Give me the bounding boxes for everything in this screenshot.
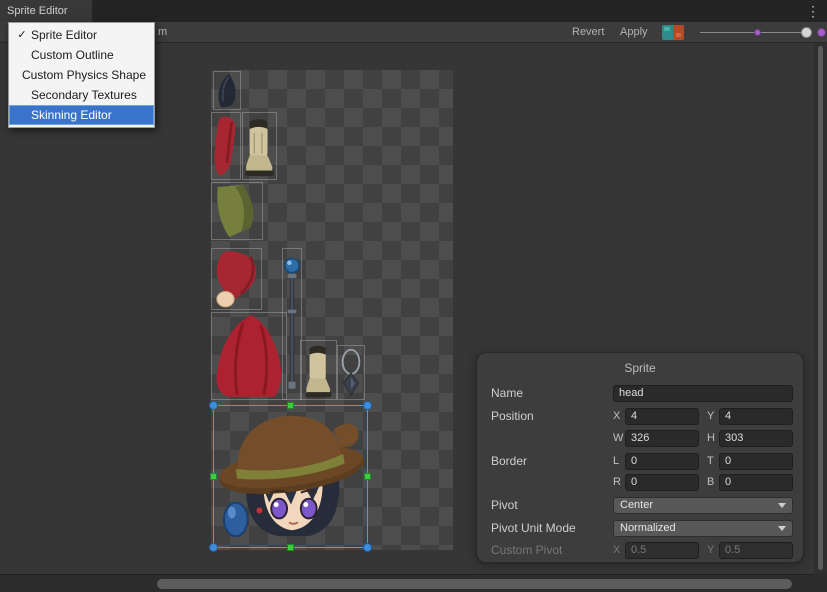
zoom-slider-knob[interactable] [801,27,812,38]
border-l-input[interactable] [625,453,699,470]
position-label: Position [491,409,613,423]
position-h-input[interactable] [719,430,793,447]
sprite-rect-hat-tip[interactable] [213,71,241,110]
pivot-unit-mode-dropdown[interactable]: Normalized [613,520,793,537]
custom-pivot-x-input [625,542,699,559]
h-field-label: H [707,432,719,444]
sprite-rect-robe[interactable] [211,312,287,400]
selection-handle-bottom-center[interactable] [287,544,294,551]
sprite-rect-sleeve[interactable] [211,248,262,310]
sprite-inspector-panel: Sprite Name Position X Y W H Border L T [476,352,804,563]
selection-handle-top-center[interactable] [287,402,294,409]
window-title: Sprite Editor [7,5,68,17]
sprite-editor-window: Sprite Editor ⋮ m Revert Apply ✓ Sprite … [0,0,827,592]
border-t-input[interactable] [719,453,793,470]
horizontal-scrollbar[interactable] [0,574,814,592]
sprite-rect-amulet[interactable] [337,345,365,400]
t-field-label: T [707,455,719,467]
r-field-label: R [613,476,625,488]
border-lt-row: Border L T [491,452,793,470]
editor-mode-menu: ✓ Sprite Editor Custom Outline Custom Ph… [8,22,155,128]
sprite-rect-arm[interactable] [211,112,241,180]
selection-handle-top-left[interactable] [209,401,218,410]
name-input[interactable] [613,385,793,402]
selection-handle-bottom-left[interactable] [209,543,218,552]
pivot-value: Center [620,499,778,511]
border-rb-row: R B [491,473,793,491]
sprite-rect-head-selected[interactable] [213,405,368,548]
custom-pivot-y-label: Y [707,544,719,556]
l-field-label: L [613,455,625,467]
checkmark-icon: ✓ [15,25,29,45]
texture-checkerboard[interactable] [211,70,453,550]
menu-item-sprite-editor[interactable]: ✓ Sprite Editor [9,25,154,45]
zoom-slider[interactable] [700,22,812,43]
y-field-label: Y [707,410,719,422]
trim-button-partial[interactable]: m [158,22,167,42]
rgb-alpha-toggle-icon[interactable] [662,25,684,40]
position-xy-row: Position X Y [491,407,793,425]
menu-item-label: Custom Outline [31,45,114,65]
selection-handle-bottom-right[interactable] [363,543,372,552]
vertical-scrollbar-thumb[interactable] [818,46,823,570]
purple-gem-icon[interactable] [817,28,826,37]
apply-button[interactable]: Apply [614,22,654,42]
scrollbar-corner [814,574,827,592]
custom-pivot-y-input [719,542,793,559]
border-label: Border [491,454,613,468]
pivot-dropdown[interactable]: Center [613,497,793,514]
chevron-down-icon [778,526,786,531]
position-wh-row: W H [491,429,793,447]
window-tab[interactable]: Sprite Editor [0,0,92,22]
horizontal-scrollbar-thumb[interactable] [157,579,792,589]
menu-item-label: Skinning Editor [31,105,112,125]
sprite-rect-scarf[interactable] [211,182,263,240]
pivot-unit-mode-label: Pivot Unit Mode [491,521,613,535]
menu-item-label: Secondary Textures [31,85,137,105]
pivot-unit-mode-value: Normalized [620,522,778,534]
pivot-row: Pivot Center [491,496,793,514]
name-label: Name [491,386,613,400]
chevron-down-icon [778,503,786,508]
w-field-label: W [613,432,625,444]
position-w-input[interactable] [625,430,699,447]
slider-purple-marker-icon [754,29,761,36]
custom-pivot-row: Custom Pivot X Y [491,541,793,559]
b-field-label: B [707,476,719,488]
sprite-rect-boot-2[interactable] [300,340,337,400]
title-bar: Sprite Editor ⋮ [0,0,827,22]
border-b-input[interactable] [719,474,793,491]
custom-pivot-label: Custom Pivot [491,543,613,557]
menu-item-custom-outline[interactable]: Custom Outline [9,45,154,65]
selection-handle-middle-left[interactable] [210,473,217,480]
menu-item-secondary-textures[interactable]: Secondary Textures [9,85,154,105]
selection-handle-top-right[interactable] [363,401,372,410]
menu-item-label: Sprite Editor [31,25,97,45]
custom-pivot-x-label: X [613,544,625,556]
pivot-label: Pivot [491,498,613,512]
sprite-rect-boot-1[interactable] [242,112,277,180]
panel-title: Sprite [477,361,803,375]
kebab-menu-icon[interactable]: ⋮ [805,2,821,20]
border-r-input[interactable] [625,474,699,491]
menu-item-skinning-editor[interactable]: Skinning Editor [9,105,154,125]
revert-button[interactable]: Revert [566,22,610,42]
vertical-scrollbar[interactable] [814,43,827,574]
menu-item-label: Custom Physics Shape [22,65,146,85]
name-row: Name [491,384,793,402]
menu-item-custom-physics-shape[interactable]: Custom Physics Shape [9,65,154,85]
pivot-unit-mode-row: Pivot Unit Mode Normalized [491,519,793,537]
position-x-input[interactable] [625,408,699,425]
position-y-input[interactable] [719,408,793,425]
selection-handle-middle-right[interactable] [364,473,371,480]
x-field-label: X [613,410,625,422]
